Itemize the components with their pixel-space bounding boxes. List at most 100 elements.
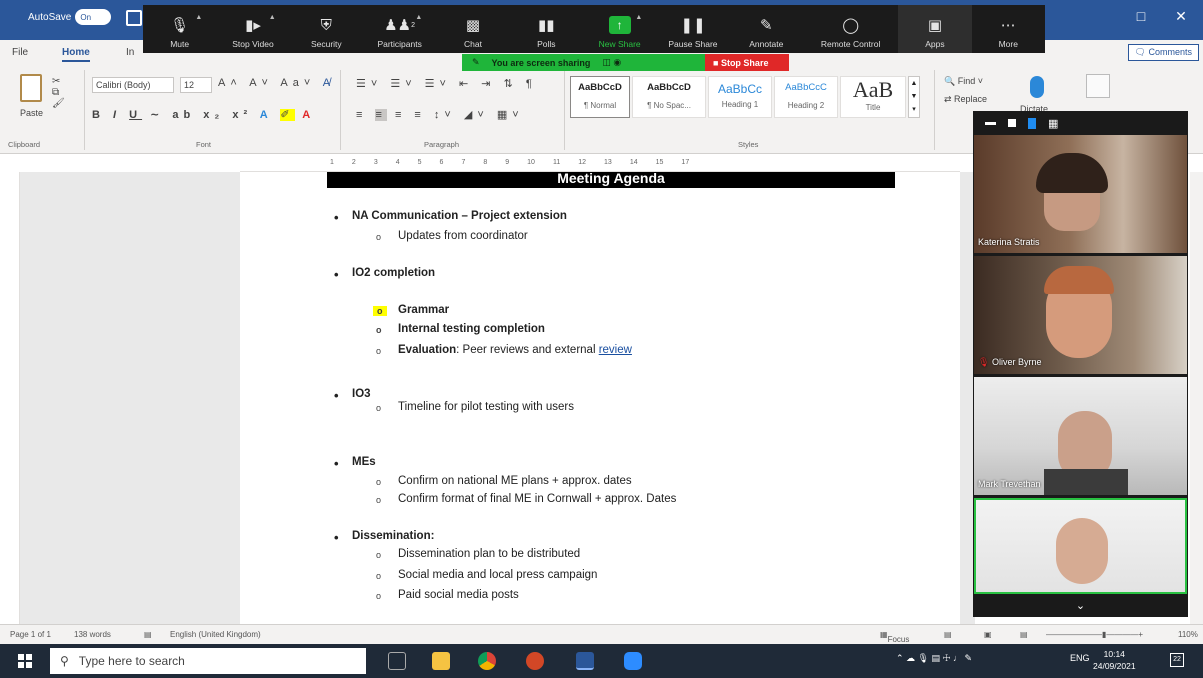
zoom-app-icon[interactable] bbox=[624, 652, 642, 670]
system-tray-icons[interactable]: ⌃ ☁ 🎙 ▤ ☩ ♩ ✎ bbox=[896, 653, 972, 664]
chevron-down-icon[interactable]: ▲ bbox=[415, 14, 422, 21]
remote-control-button[interactable]: ◯ Remote Control bbox=[803, 5, 898, 53]
focus-button[interactable]: ▦ Focus bbox=[880, 630, 909, 644]
chrome-icon[interactable] bbox=[478, 652, 496, 670]
style-normal[interactable]: AaBbCcD ¶ Normal bbox=[570, 76, 630, 118]
participant-video-active[interactable] bbox=[974, 498, 1187, 594]
list-tools[interactable]: ☰˅ ☰˅ ☰˅ ⇤ ⇥ ⇅ ¶ bbox=[356, 77, 537, 90]
vertical-scrollbar[interactable] bbox=[1190, 172, 1203, 624]
chat-button[interactable]: ▩ Chat bbox=[436, 5, 509, 53]
participant-video[interactable]: Mark Trevethan bbox=[974, 377, 1187, 495]
chat-label: Chat bbox=[463, 39, 482, 49]
new-share-label: New Share bbox=[598, 39, 641, 49]
participant-video[interactable]: 🎙 Oliver Byrne bbox=[974, 256, 1187, 374]
print-layout-icon[interactable]: ▣ bbox=[984, 630, 992, 639]
style-no-spacing[interactable]: AaBbCcD ¶ No Spac... bbox=[632, 76, 706, 118]
align-tools[interactable]: ≡ ≡ ≡ ≡ ↕˅ ◢˅ ▦˅ bbox=[356, 108, 524, 121]
participant-name: Mark Trevethan bbox=[978, 479, 1041, 489]
style-heading-1[interactable]: AaBbCc Heading 1 bbox=[708, 76, 772, 118]
autosave-switch[interactable]: On bbox=[75, 9, 112, 25]
video-panel-toolbar: ▦ bbox=[973, 111, 1188, 135]
microphone-icon[interactable] bbox=[1030, 76, 1044, 98]
more-button[interactable]: ⋯ More bbox=[972, 5, 1045, 53]
sharing-text: You are screen sharing bbox=[491, 57, 591, 68]
speaker-view-icon[interactable] bbox=[1028, 117, 1036, 129]
sub-list-item: Updates from coordinator bbox=[376, 230, 528, 242]
cut-copy-icons[interactable]: ✂ ⧉ 🖌 bbox=[52, 76, 67, 109]
zoom-level[interactable]: 110% bbox=[1178, 630, 1198, 639]
autosave-toggle[interactable]: AutoSave On bbox=[28, 9, 112, 25]
powerpoint-icon[interactable] bbox=[526, 652, 544, 670]
find-button[interactable]: 🔍 Find ˅ bbox=[944, 76, 983, 87]
sub-list-item: Timeline for pilot testing with users bbox=[376, 401, 574, 413]
restore-icon[interactable]: □ bbox=[1130, 8, 1152, 24]
participant-video[interactable]: Katerina Stratis bbox=[974, 135, 1187, 253]
sharing-status[interactable]: ✎ You are screen sharing ◫ ◉ bbox=[462, 54, 705, 71]
font-format-tools[interactable]: B I U ∼ ab x₂ x² A ✐ A bbox=[92, 108, 315, 121]
paste-label[interactable]: Paste bbox=[20, 108, 43, 118]
word-icon[interactable] bbox=[576, 652, 594, 670]
taskbar-clock[interactable]: 10:14 24/09/2021 bbox=[1093, 648, 1136, 672]
chevron-down-icon[interactable]: ▲ bbox=[635, 14, 642, 21]
participant-count: 2 bbox=[411, 21, 416, 29]
stop-share-button[interactable]: ■ Stop Share bbox=[705, 54, 789, 71]
security-button[interactable]: ⛨ Security bbox=[290, 5, 363, 53]
zoom-slider[interactable]: ———————▮————+ bbox=[1046, 630, 1143, 639]
comments-button[interactable]: 🗨 Comments bbox=[1127, 44, 1199, 61]
chevron-down-icon[interactable]: ▲ bbox=[269, 14, 276, 21]
evaluation-text: : Peer reviews and external bbox=[456, 344, 599, 356]
participant-name: Katerina Stratis bbox=[978, 237, 1040, 247]
file-explorer-icon[interactable] bbox=[432, 652, 450, 670]
font-name-box[interactable]: Calibri (Body) bbox=[92, 77, 174, 93]
divider bbox=[84, 70, 85, 150]
style-title[interactable]: AaB Title bbox=[840, 76, 906, 118]
hide-video-icon[interactable] bbox=[1008, 119, 1016, 127]
participants-button[interactable]: ▲ ♟♟ 2 Participants bbox=[363, 5, 436, 53]
notifications-icon[interactable]: 22 bbox=[1170, 653, 1184, 667]
input-language[interactable]: ENG bbox=[1070, 653, 1090, 663]
polls-button[interactable]: ▮▮ Polls bbox=[510, 5, 583, 53]
pause-share-button[interactable]: ❚❚ Pause Share bbox=[656, 5, 729, 53]
read-mode-icon[interactable]: ▤ bbox=[944, 630, 952, 639]
document-page[interactable]: Meeting Agenda NA Communication – Projec… bbox=[240, 172, 960, 624]
mute-button[interactable]: ▲ 🎙 Mute bbox=[143, 5, 216, 53]
web-layout-icon[interactable]: ▤ bbox=[1020, 630, 1028, 639]
font-size-tools[interactable]: A˄ A˅ Aa˅ A̸ bbox=[218, 77, 335, 89]
horizontal-ruler[interactable]: 1 2 3 4 5 6 7 8 9 10 11 12 13 14 15 17 bbox=[240, 154, 960, 172]
gallery-view-icon[interactable]: ▦ bbox=[1048, 117, 1058, 130]
chevron-down-icon[interactable]: ⌄ bbox=[973, 595, 1188, 617]
vertical-ruler[interactable] bbox=[6, 172, 20, 624]
stop-video-button[interactable]: ▲ ▮▸ Stop Video bbox=[216, 5, 289, 53]
page-count[interactable]: Page 1 of 1 bbox=[10, 630, 51, 639]
search-icon: ⚲ bbox=[60, 654, 69, 668]
close-icon[interactable]: ✕ bbox=[1170, 8, 1192, 25]
style-heading-2[interactable]: AaBbCcC Heading 2 bbox=[774, 76, 838, 118]
styles-scroll[interactable]: ▲ ▼ ▾ bbox=[908, 76, 920, 118]
font-size-box[interactable]: 12 bbox=[180, 77, 212, 93]
review-link[interactable]: review bbox=[599, 344, 632, 356]
tab-home[interactable]: Home bbox=[62, 47, 90, 62]
windows-start-icon[interactable] bbox=[18, 654, 32, 668]
chevron-down-icon[interactable]: ▲ bbox=[195, 14, 202, 21]
apps-button[interactable]: ▣ Apps bbox=[898, 5, 972, 53]
pause-share-label: Pause Share bbox=[668, 39, 718, 49]
word-count[interactable]: 138 words bbox=[74, 630, 111, 639]
new-share-button[interactable]: ▲ ↑ New Share bbox=[583, 5, 656, 53]
comments-label: Comments bbox=[1148, 47, 1192, 57]
polls-icon: ▮▮ bbox=[538, 17, 555, 34]
paste-icon[interactable] bbox=[20, 74, 42, 102]
language[interactable]: English (United Kingdom) bbox=[170, 630, 261, 639]
grab-handle-icon[interactable]: ✎ bbox=[472, 57, 480, 68]
tab-insert[interactable]: In bbox=[126, 47, 134, 58]
task-view-icon[interactable] bbox=[388, 652, 406, 670]
tab-file[interactable]: File bbox=[12, 47, 28, 58]
sharing-id-icon: ◫ ◉ bbox=[602, 57, 622, 67]
taskbar-search[interactable]: ⚲ Type here to search bbox=[50, 648, 366, 674]
replace-button[interactable]: ⇄ Replace bbox=[944, 94, 987, 105]
editor-icon[interactable] bbox=[1086, 74, 1110, 98]
save-icon[interactable] bbox=[126, 10, 142, 26]
proofing-icon[interactable]: ▤ bbox=[144, 630, 152, 639]
annotate-button[interactable]: ✎ Annotate bbox=[730, 5, 803, 53]
microphone-icon: 🎙 bbox=[170, 17, 190, 34]
minimize-icon[interactable] bbox=[985, 121, 996, 125]
